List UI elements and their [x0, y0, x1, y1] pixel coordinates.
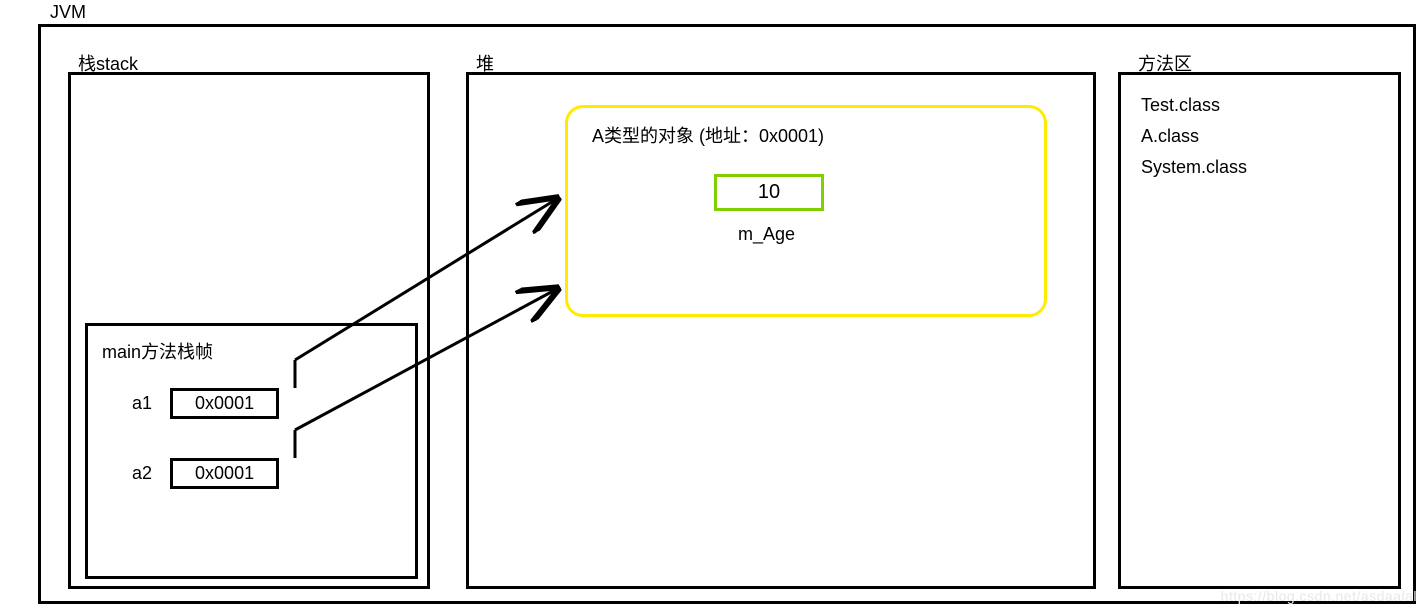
- watermark: https://blog.csdn.net/asdaalal: [1221, 588, 1417, 604]
- heap-object: A类型的对象 (地址：0x0001) 10 m_Age: [565, 105, 1047, 317]
- jvm-label: JVM: [48, 2, 88, 23]
- stack-frame-label: main方法栈帧: [102, 338, 213, 364]
- class-list: Test.class A.class System.class: [1141, 95, 1247, 188]
- var-a2: a2 0x0001: [132, 458, 279, 489]
- method-area-box: Test.class A.class System.class: [1118, 72, 1401, 589]
- var-a1-value: 0x0001: [170, 388, 279, 419]
- var-a2-value: 0x0001: [170, 458, 279, 489]
- var-a1-name: a1: [132, 393, 152, 414]
- heap-field-value: 10: [714, 174, 824, 211]
- var-a1: a1 0x0001: [132, 388, 279, 419]
- heap-box: A类型的对象 (地址：0x0001) 10 m_Age: [466, 72, 1096, 589]
- heap-object-label: A类型的对象 (地址：0x0001): [592, 122, 824, 148]
- stack-frame: main方法栈帧 a1 0x0001 a2 0x0001: [85, 323, 418, 579]
- var-a2-name: a2: [132, 463, 152, 484]
- class-item: A.class: [1141, 126, 1247, 147]
- heap-field-name: m_Age: [738, 224, 795, 245]
- class-item: Test.class: [1141, 95, 1247, 116]
- stack-box: main方法栈帧 a1 0x0001 a2 0x0001: [68, 72, 430, 589]
- class-item: System.class: [1141, 157, 1247, 178]
